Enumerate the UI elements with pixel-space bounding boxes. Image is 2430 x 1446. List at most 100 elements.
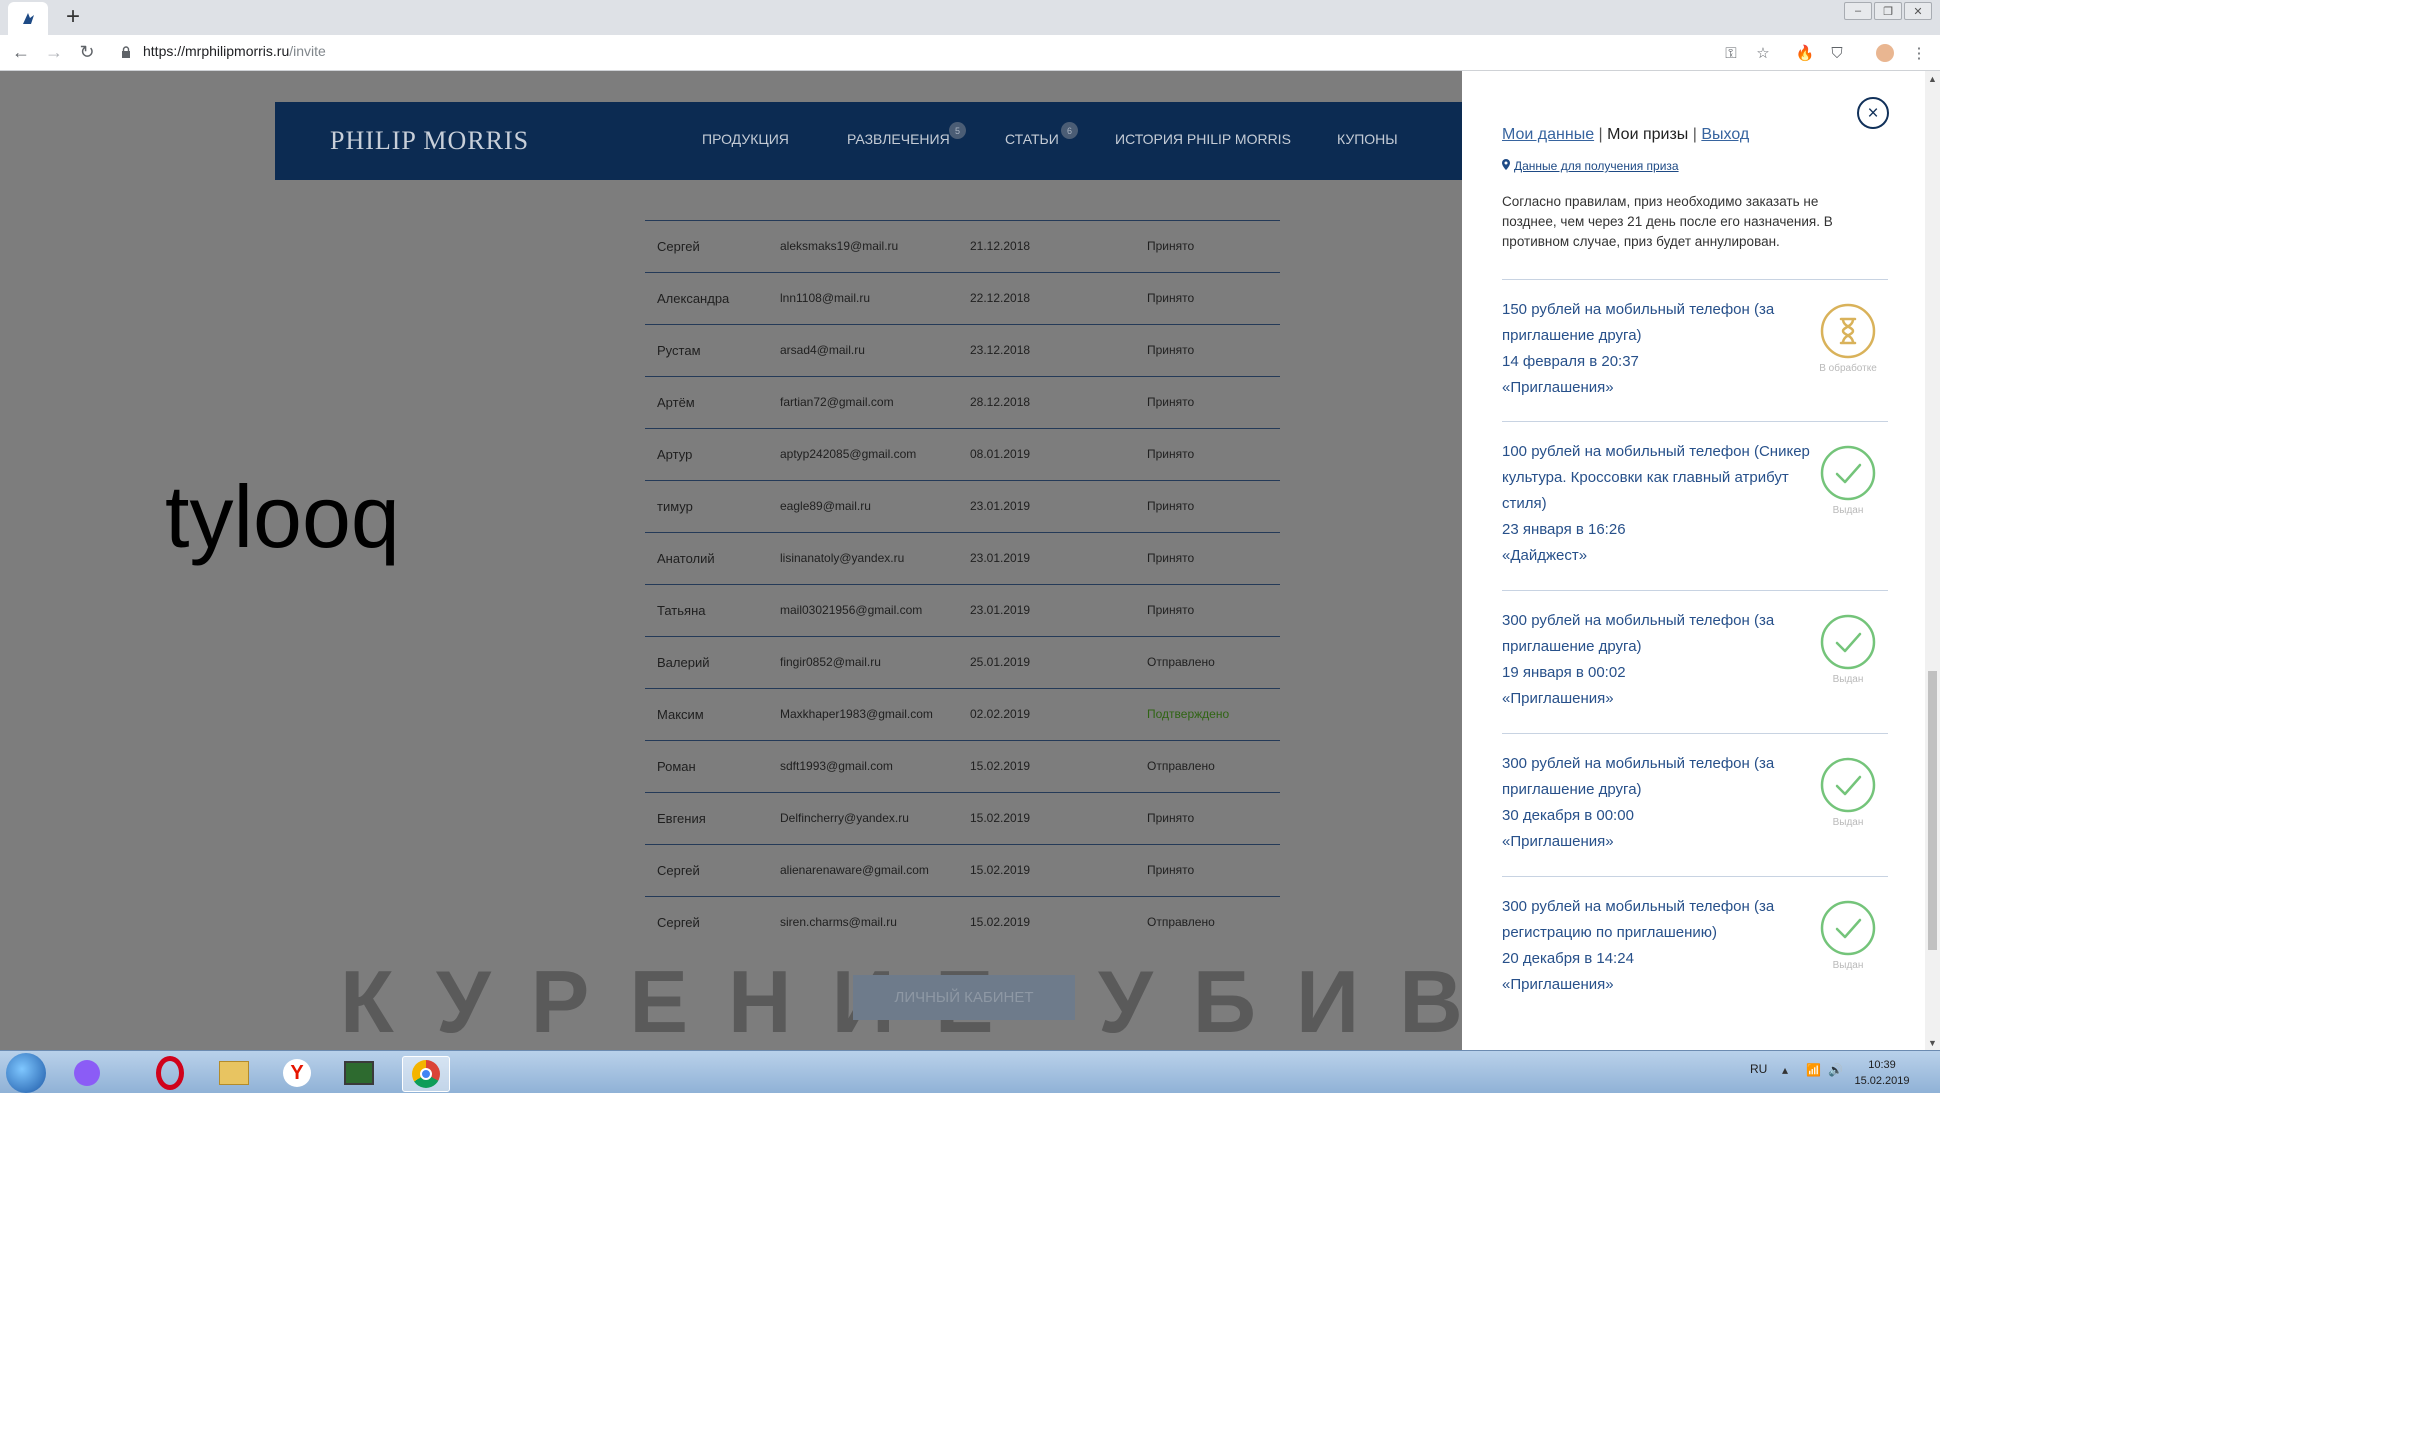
table-row: Артур aptyp242085@gmail.com 08.01.2019 Прин… <box>645 428 1280 480</box>
prize-item: 300 рублей на мобильный телефон (за приг… <box>1502 733 1888 877</box>
page-viewport: PHILIP MORRIS ПРОДУКЦИЯ РАЗВЛЕЧЕНИЯ 5 СТ… <box>0 71 1940 1050</box>
invite-date: 15.02.2019 <box>970 759 1031 773</box>
nav-item-articles[interactable]: СТАТЬИ <box>1005 131 1059 147</box>
nav-item-history[interactable]: ИСТОРИЯ PHILIP MORRIS <box>1115 131 1291 147</box>
screen: + – ❐ ✕ ← → ↻ https://mrphilipmorris.ru/… <box>0 0 1940 1093</box>
table-row: тимур eagle89@mail.ru 23.01.2019 Принято <box>645 480 1280 532</box>
alice-assistant-icon[interactable] <box>70 1056 104 1090</box>
new-tab-button[interactable]: + <box>60 3 86 30</box>
tab-my-prizes[interactable]: Мои призы <box>1607 126 1688 143</box>
volume-icon[interactable]: 🔊 <box>1828 1063 1843 1077</box>
invite-status: Принято <box>1147 551 1195 565</box>
prize-title: 150 рублей на мобильный телефон (за приг… <box>1502 301 1775 344</box>
tab-separator: | <box>1692 126 1697 143</box>
prize-source: «Приглашения» <box>1502 976 1614 993</box>
site-logo[interactable]: PHILIP MORRIS <box>330 126 529 156</box>
invite-status: Принято <box>1147 811 1195 825</box>
tab-logout[interactable]: Выход <box>1701 126 1749 143</box>
forward-arrow-icon[interactable]: → <box>43 41 65 63</box>
prize-delivery-data-link[interactable]: Данные для получения приза <box>1502 159 1679 173</box>
program-icon[interactable] <box>342 1056 376 1090</box>
menu-kebab-icon[interactable]: ⋮ <box>1908 42 1930 64</box>
browser-tab[interactable] <box>8 2 48 35</box>
prize-source: «Приглашения» <box>1502 379 1614 396</box>
invites-table: Сергей aleksmaks19@mail.ru 21.12.2018 Приня… <box>645 220 1280 948</box>
page-scrollbar[interactable]: ▲ ▼ <box>1925 71 1940 1050</box>
invite-date: 28.12.2018 <box>970 395 1031 409</box>
network-signal-icon[interactable]: 📶 <box>1806 1063 1821 1077</box>
url-field[interactable]: https://mrphilipmorris.ru/invite <box>143 43 326 59</box>
articles-badge: 6 <box>1061 122 1078 139</box>
table-row: Сергей siren.charms@mail.ru 15.02.2019 Отпр… <box>645 896 1280 948</box>
profile-avatar-icon[interactable] <box>1874 42 1896 64</box>
invite-date: 15.02.2019 <box>970 915 1031 929</box>
site-favicon-icon <box>23 12 34 24</box>
scrollbar-thumb[interactable] <box>1928 671 1937 950</box>
invite-email: lisinanatoly@yandex.ru <box>780 551 905 565</box>
nav-item-coupons[interactable]: КУПОНЫ <box>1337 131 1398 147</box>
nav-item-entertainment[interactable]: РАЗВЛЕЧЕНИЯ <box>847 131 950 147</box>
extension-shield-icon[interactable]: ⛉ <box>1826 42 1848 64</box>
scroll-up-icon[interactable]: ▲ <box>1925 71 1940 86</box>
invite-status: Отправлено <box>1147 759 1215 773</box>
invite-email: aptyp242085@gmail.com <box>780 447 917 461</box>
prize-details: 150 рублей на мобильный телефон (за приг… <box>1502 297 1814 401</box>
table-row: Сергей aleksmaks19@mail.ru 21.12.2018 Приня… <box>645 220 1280 272</box>
prize-datetime: 23 января в 16:26 <box>1502 521 1626 538</box>
nav-item-products[interactable]: ПРОДУКЦИЯ <box>702 131 789 147</box>
start-button-icon[interactable] <box>6 1053 46 1093</box>
invite-email: Maxkhaper1983@gmail.com <box>780 707 933 721</box>
yandex-browser-icon[interactable]: Y <box>280 1056 314 1090</box>
invite-email: fartian72@gmail.com <box>780 395 894 409</box>
key-icon[interactable]: ⚿ <box>1720 42 1742 64</box>
prize-details: 300 рублей на мобильный телефон (за реги… <box>1502 894 1814 998</box>
file-explorer-icon[interactable] <box>217 1056 251 1090</box>
invite-email: alienarenaware@gmail.com <box>780 863 929 877</box>
prize-status-label: Выдан <box>1832 505 1864 516</box>
keyboard-language-indicator[interactable]: RU <box>1750 1062 1767 1076</box>
invite-name: Артём <box>657 395 695 410</box>
extension-flame-icon[interactable]: 🔥 <box>1794 42 1816 64</box>
bookmark-star-icon[interactable]: ☆ <box>1752 42 1774 64</box>
restore-button[interactable]: ❐ <box>1874 2 1902 20</box>
tab-my-data[interactable]: Мои данные <box>1502 126 1594 143</box>
table-row: Валерий fingir0852@mail.ru 25.01.2019 Отпра… <box>645 636 1280 688</box>
invite-date: 15.02.2019 <box>970 863 1031 877</box>
invite-status: Подтверждено <box>1147 707 1230 721</box>
minimize-button[interactable]: – <box>1844 2 1872 20</box>
address-bar: ← → ↻ https://mrphilipmorris.ru/invite ⚿… <box>0 35 1940 71</box>
invite-name: Евгения <box>657 811 706 826</box>
scroll-down-icon[interactable]: ▼ <box>1925 1035 1940 1050</box>
prize-details: 300 рублей на мобильный телефон (за приг… <box>1502 751 1814 855</box>
reload-icon[interactable]: ↻ <box>76 41 98 63</box>
prize-source: «Дайджест» <box>1502 547 1588 564</box>
close-window-button[interactable]: ✕ <box>1904 2 1932 20</box>
browser-tab-strip: + – ❐ ✕ <box>0 0 1940 35</box>
personal-cabinet-button[interactable]: ЛИЧНЫЙ КАБИНЕТ <box>853 975 1075 1020</box>
invite-status: Принято <box>1147 863 1195 877</box>
table-row: Александра lnn1108@mail.ru 22.12.2018 Приня… <box>645 272 1280 324</box>
system-clock[interactable]: 10:39 15.02.2019 <box>1842 1057 1922 1089</box>
invite-name: Сергей <box>657 239 700 254</box>
invite-email: siren.charms@mail.ru <box>780 915 897 929</box>
invite-status: Принято <box>1147 447 1195 461</box>
tray-expand-icon[interactable]: ▴ <box>1782 1063 1788 1077</box>
close-icon[interactable]: × <box>1857 97 1889 129</box>
invite-name: Рустам <box>657 343 701 358</box>
invite-date: 15.02.2019 <box>970 811 1031 825</box>
prize-details: 300 рублей на мобильный телефон (за приг… <box>1502 608 1814 712</box>
invite-email: arsad4@mail.ru <box>780 343 865 357</box>
back-arrow-icon[interactable]: ← <box>10 41 32 63</box>
prize-item: 100 рублей на мобильный телефон (Сникер … <box>1502 421 1888 591</box>
invite-status: Принято <box>1147 603 1195 617</box>
table-row: Максим Maxkhaper1983@gmail.com 02.02.2019 П… <box>645 688 1280 740</box>
invite-email: lnn1108@mail.ru <box>780 291 871 305</box>
chrome-browser-icon[interactable] <box>402 1056 450 1092</box>
opera-browser-icon[interactable] <box>153 1056 187 1090</box>
prize-details: 100 рублей на мобильный телефон (Сникер … <box>1502 439 1814 569</box>
prize-status-label: Выдан <box>1832 960 1864 971</box>
windows-taskbar: Y RU ▴ 📶 🔊 10:39 15.02.2019 <box>0 1050 1940 1093</box>
invite-name: Александра <box>657 291 730 306</box>
prize-title: 300 рублей на мобильный телефон (за реги… <box>1502 898 1775 941</box>
panel-tabs: Мои данные | Мои призы | Выход <box>1502 126 1749 144</box>
